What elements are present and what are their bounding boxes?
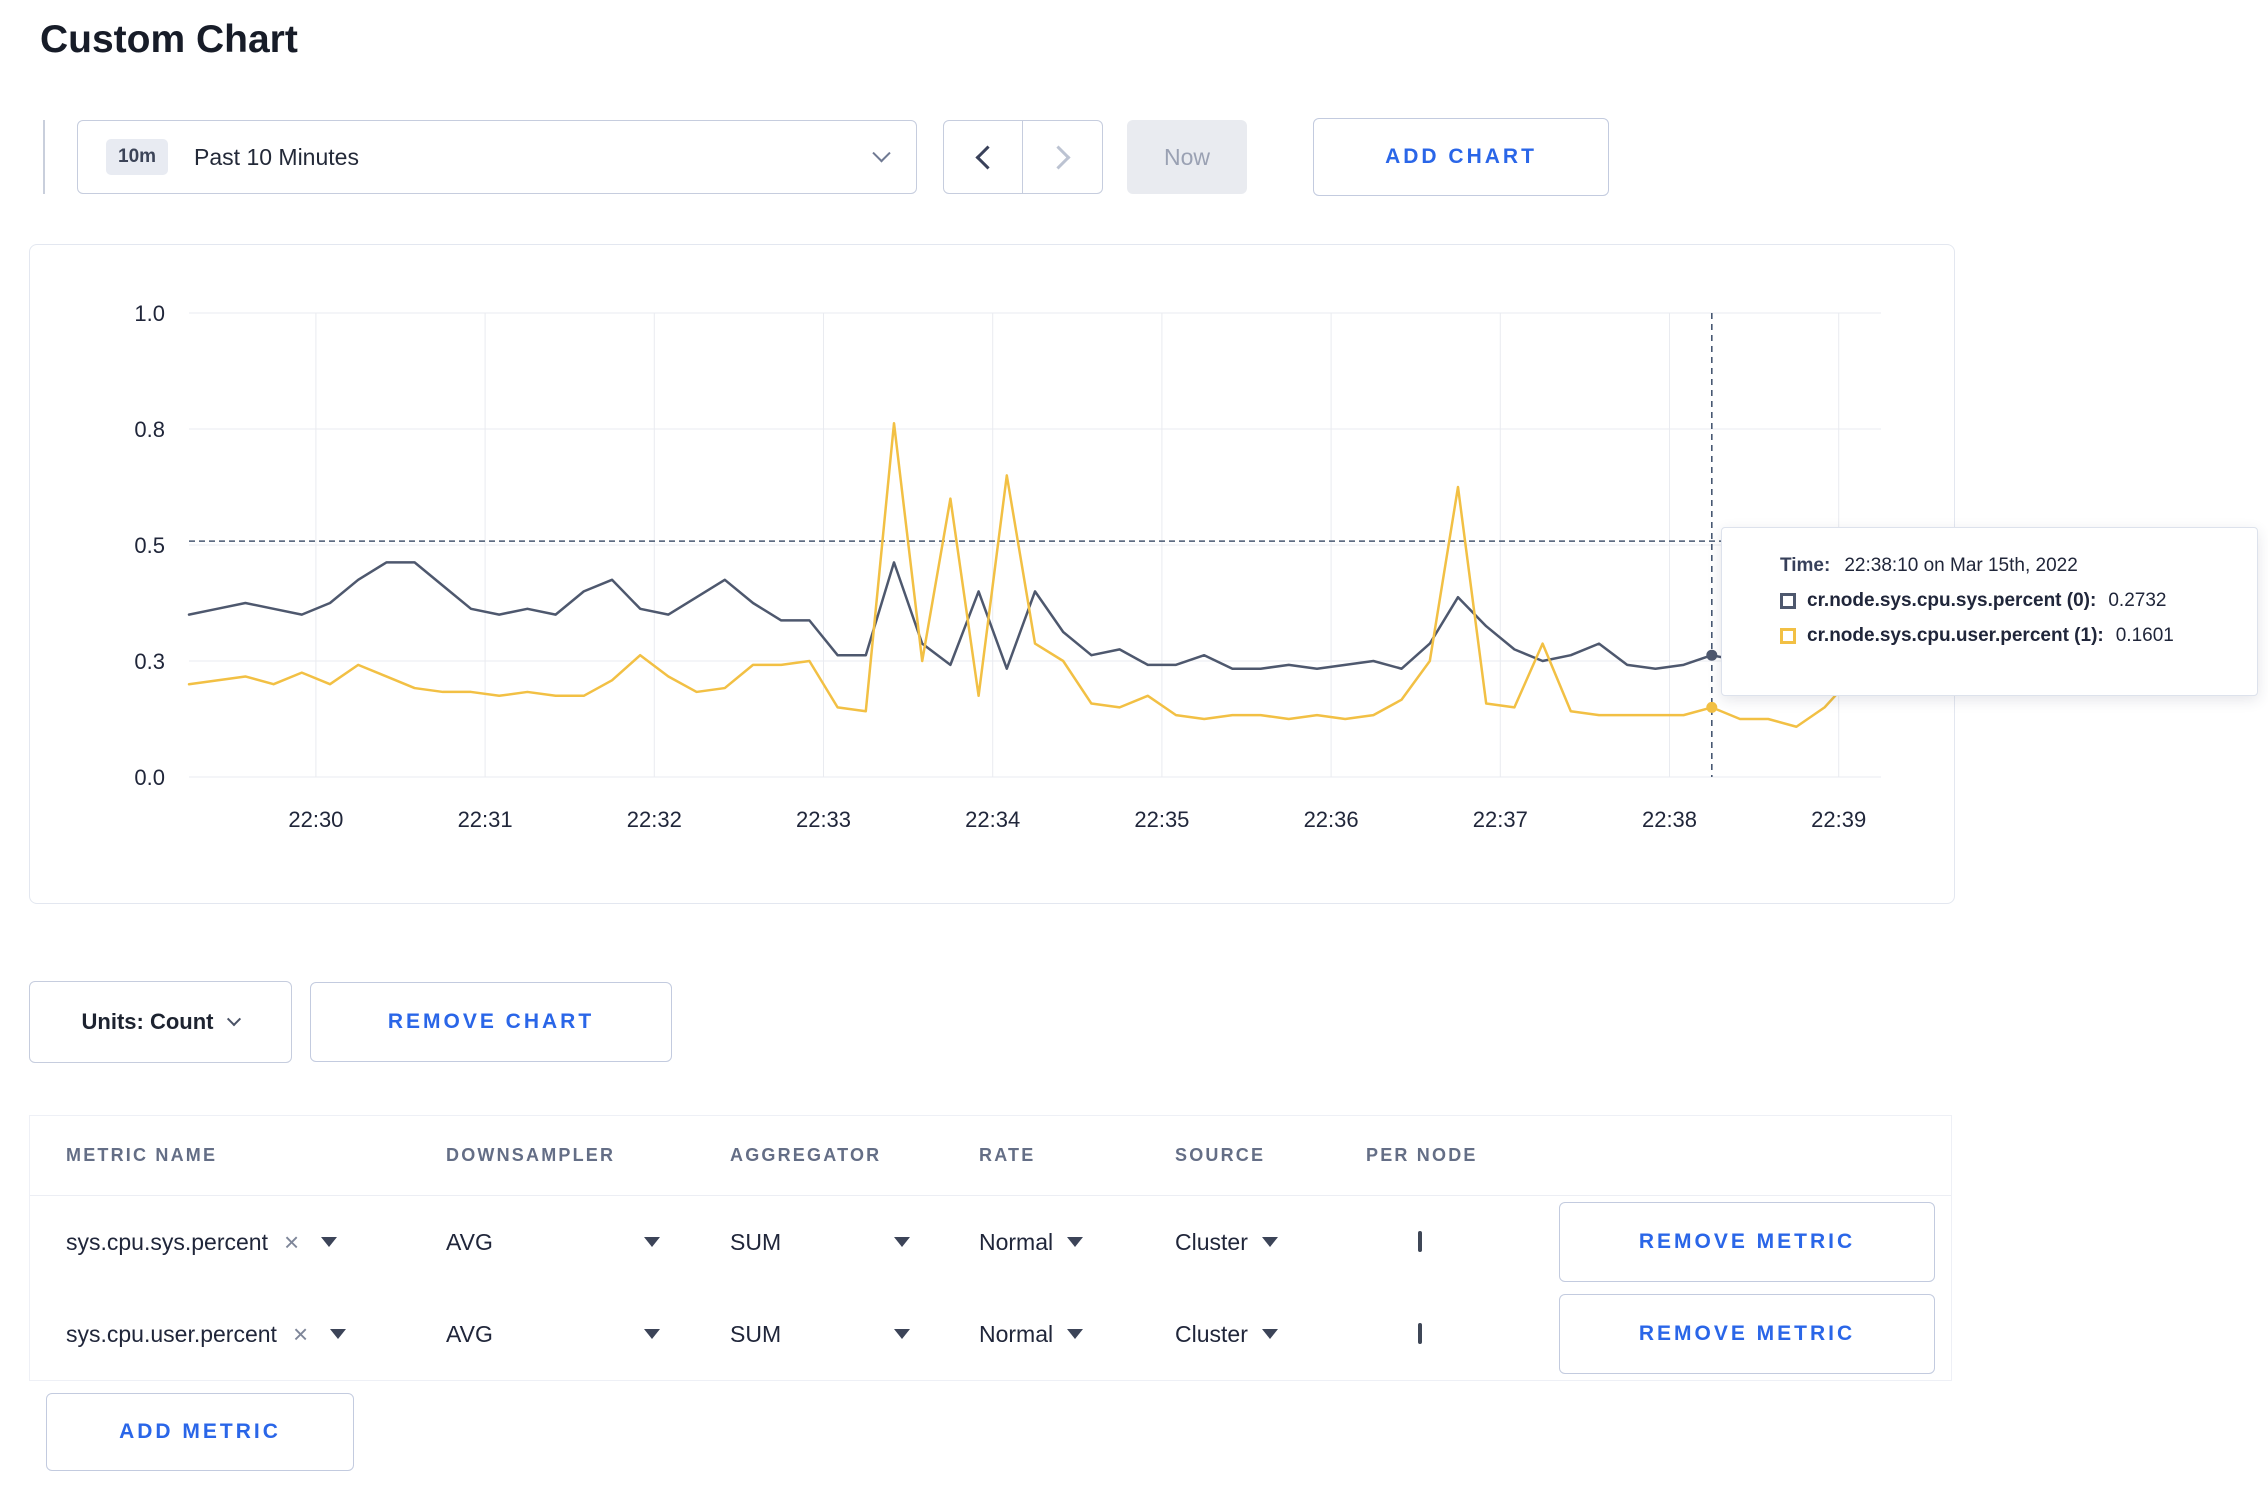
- svg-text:22:35: 22:35: [1134, 807, 1189, 832]
- clear-metric-icon[interactable]: ×: [293, 1321, 308, 1347]
- tooltip-time-value: 22:38:10 on Mar 15th, 2022: [1844, 555, 2078, 576]
- table-row: sys.cpu.user.percent × AVG SUM Normal Cl…: [30, 1288, 1951, 1380]
- metric-name-label: sys.cpu.user.percent: [66, 1320, 277, 1347]
- remove-metric-button[interactable]: REMOVE METRIC: [1559, 1202, 1935, 1282]
- tooltip-series-row: cr.node.sys.cpu.sys.percent (0): 0.2732: [1780, 590, 2257, 612]
- metric-name-select[interactable]: sys.cpu.user.percent ×: [66, 1321, 446, 1348]
- caret-down-icon: [644, 1329, 660, 1339]
- metric-name-select[interactable]: sys.cpu.sys.percent ×: [66, 1229, 446, 1256]
- svg-text:0.5: 0.5: [134, 533, 165, 558]
- tooltip-time-row: Time: 22:38:10 on Mar 15th, 2022: [1780, 555, 2257, 577]
- tooltip-series-value: 0.2732: [2108, 590, 2167, 611]
- rate-value: Normal: [979, 1320, 1054, 1347]
- svg-text:22:34: 22:34: [965, 807, 1020, 832]
- per-node-checkbox[interactable]: [1418, 1323, 1422, 1344]
- chevron-left-icon: [974, 144, 1000, 170]
- svg-text:22:33: 22:33: [796, 807, 851, 832]
- toolbar-divider: 10m Past 10 Minutes: [43, 120, 917, 194]
- source-value: Cluster: [1175, 1228, 1248, 1255]
- user-series-swatch-icon: [1780, 628, 1796, 644]
- tooltip-series-name: cr.node.sys.cpu.user.percent (1):: [1807, 625, 2104, 646]
- aggregator-select[interactable]: SUM: [730, 1321, 910, 1348]
- caret-down-icon: [644, 1237, 660, 1247]
- svg-text:22:31: 22:31: [458, 807, 513, 832]
- caret-down-icon: [1067, 1237, 1084, 1247]
- caret-down-icon: [330, 1329, 347, 1339]
- source-select[interactable]: Cluster: [1175, 1229, 1366, 1256]
- rate-value: Normal: [979, 1228, 1054, 1255]
- svg-text:22:30: 22:30: [288, 807, 343, 832]
- caret-down-icon: [321, 1237, 338, 1247]
- chevron-down-icon: [872, 143, 891, 162]
- caret-down-icon: [894, 1329, 910, 1339]
- svg-text:22:39: 22:39: [1811, 807, 1866, 832]
- chevron-right-icon: [1046, 144, 1071, 170]
- col-header-downsampler: DOWNSAMPLER: [446, 1145, 616, 1165]
- now-button[interactable]: Now: [1127, 120, 1247, 194]
- caret-down-icon: [1261, 1237, 1278, 1247]
- source-select[interactable]: Cluster: [1175, 1321, 1366, 1348]
- time-nav-group: [943, 120, 1103, 194]
- metrics-table: METRIC NAME DOWNSAMPLER AGGREGATOR RATE …: [29, 1115, 1952, 1381]
- downsampler-value: AVG: [446, 1320, 493, 1347]
- remove-metric-button[interactable]: REMOVE METRIC: [1559, 1294, 1935, 1374]
- time-range-select[interactable]: 10m Past 10 Minutes: [77, 120, 917, 194]
- metric-name-label: sys.cpu.sys.percent: [66, 1228, 268, 1255]
- caret-down-icon: [894, 1237, 910, 1247]
- time-range-badge: 10m: [106, 139, 169, 175]
- tooltip-time-label: Time:: [1780, 555, 1831, 576]
- chart-card: 0.0 0.3 0.5 0.8 1.0 22:30 22:31 22:32 22:33 22:34…: [29, 244, 1955, 904]
- downsampler-select[interactable]: AVG: [446, 1229, 660, 1256]
- svg-text:0.8: 0.8: [134, 417, 165, 442]
- metrics-table-header: METRIC NAME DOWNSAMPLER AGGREGATOR RATE …: [30, 1116, 1951, 1196]
- per-node-checkbox[interactable]: [1418, 1231, 1422, 1252]
- svg-text:22:38: 22:38: [1642, 807, 1697, 832]
- page-title: Custom Chart: [40, 18, 298, 61]
- time-range-label: Past 10 Minutes: [194, 143, 359, 170]
- caret-down-icon: [1067, 1329, 1084, 1339]
- svg-text:0.3: 0.3: [134, 649, 165, 674]
- table-row: sys.cpu.sys.percent × AVG SUM Normal Clu…: [30, 1196, 1951, 1288]
- chart-tooltip: Time: 22:38:10 on Mar 15th, 2022 cr.node…: [1721, 527, 2258, 696]
- source-value: Cluster: [1175, 1320, 1248, 1347]
- remove-chart-button[interactable]: REMOVE CHART: [310, 982, 672, 1062]
- downsampler-value: AVG: [446, 1228, 493, 1255]
- caret-down-icon: [1261, 1329, 1278, 1339]
- add-chart-button[interactable]: ADD CHART: [1313, 118, 1609, 196]
- aggregator-value: SUM: [730, 1320, 782, 1347]
- col-header-per-node: PER NODE: [1366, 1145, 1478, 1165]
- next-range-button[interactable]: [1023, 120, 1103, 194]
- tooltip-series-row: cr.node.sys.cpu.user.percent (1): 0.1601: [1780, 625, 2257, 647]
- chevron-down-icon: [227, 1012, 242, 1027]
- chart-controls-row: Units: Count REMOVE CHART: [29, 981, 2268, 1063]
- chart-canvas[interactable]: 0.0 0.3 0.5 0.8 1.0 22:30 22:31 22:32 22:33 22:34…: [30, 245, 1954, 903]
- clear-metric-icon[interactable]: ×: [284, 1229, 299, 1255]
- toolbar: 10m Past 10 Minutes Now ADD CHART: [43, 118, 2268, 196]
- units-label: Units: Count: [81, 1009, 214, 1034]
- add-metric-button[interactable]: ADD METRIC: [46, 1393, 354, 1471]
- rate-select[interactable]: Normal: [979, 1321, 1175, 1348]
- tooltip-series-value: 0.1601: [2115, 625, 2174, 646]
- col-header-metric-name: METRIC NAME: [66, 1145, 218, 1165]
- aggregator-value: SUM: [730, 1228, 782, 1255]
- col-header-aggregator: AGGREGATOR: [730, 1145, 882, 1165]
- sys-series-swatch-icon: [1780, 593, 1796, 609]
- units-select[interactable]: Units: Count: [29, 981, 292, 1063]
- svg-text:22:32: 22:32: [627, 807, 682, 832]
- svg-text:22:37: 22:37: [1473, 807, 1528, 832]
- col-header-rate: RATE: [979, 1145, 1036, 1165]
- prev-range-button[interactable]: [943, 120, 1023, 194]
- svg-text:0.0: 0.0: [134, 765, 165, 790]
- downsampler-select[interactable]: AVG: [446, 1321, 660, 1348]
- rate-select[interactable]: Normal: [979, 1229, 1175, 1256]
- col-header-source: SOURCE: [1175, 1145, 1266, 1165]
- svg-text:22:36: 22:36: [1304, 807, 1359, 832]
- tooltip-series-name: cr.node.sys.cpu.sys.percent (0):: [1807, 590, 2097, 611]
- svg-text:1.0: 1.0: [134, 301, 165, 326]
- custom-chart-page: { "page": { "title": "Custom Chart" }, "…: [0, 18, 2268, 1496]
- aggregator-select[interactable]: SUM: [730, 1229, 910, 1256]
